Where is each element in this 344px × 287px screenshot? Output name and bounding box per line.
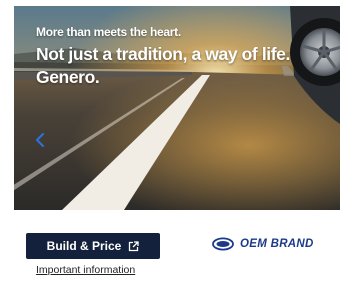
chevron-left-icon	[35, 132, 45, 148]
build-and-price-label: Build & Price	[46, 239, 122, 253]
oem-brand-logo-icon	[212, 237, 234, 251]
build-and-price-button[interactable]: Build & Price	[26, 233, 160, 259]
display-ad: More than meets the heart. Not just a tr…	[0, 0, 344, 287]
hero-headline: Not just a tradition, a way of life. Gen…	[36, 44, 290, 87]
hero-tagline: More than meets the heart.	[36, 25, 181, 39]
brand-logo[interactable]: OEM BRAND	[212, 237, 314, 251]
carousel-prev-button[interactable]	[33, 132, 47, 148]
brand-name: OEM BRAND	[240, 238, 314, 250]
hero-image[interactable]: More than meets the heart. Not just a tr…	[14, 6, 340, 210]
important-information-link[interactable]: Important information	[36, 264, 135, 276]
external-link-icon	[129, 240, 139, 251]
